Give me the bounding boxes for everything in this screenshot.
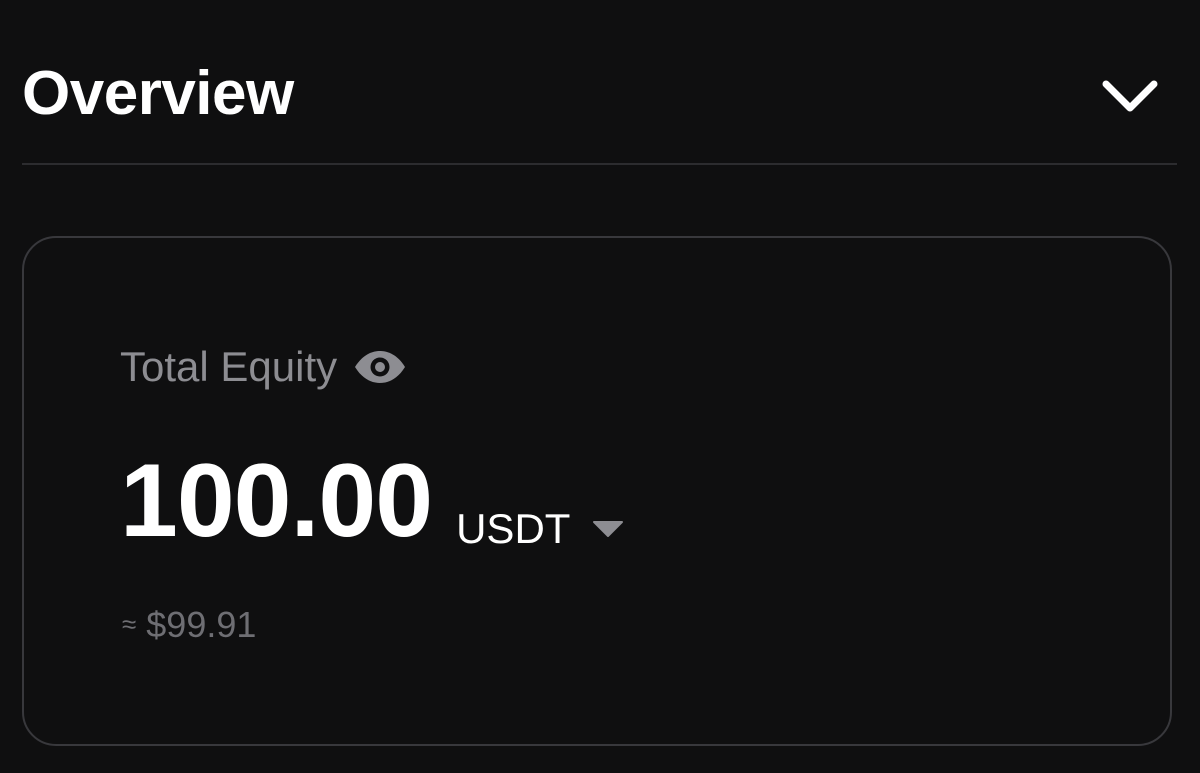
equity-label-row: Total Equity (120, 338, 409, 396)
page-title: Overview (22, 59, 294, 128)
equity-amount: 100.00 (120, 443, 433, 559)
header-divider (22, 163, 1177, 165)
fiat-equivalent: ≈ $99.91 (122, 602, 256, 647)
equity-amount-row: 100.00 USDT (120, 446, 624, 556)
currency-code: USDT (456, 505, 571, 552)
currency-selector[interactable]: USDT (456, 504, 624, 554)
total-equity-card: Total Equity 100.00 USDT ≈ $99.91 (22, 236, 1172, 746)
collapse-toggle-button[interactable] (1102, 74, 1158, 118)
fiat-value: $99.91 (146, 604, 257, 645)
total-equity-label: Total Equity (120, 343, 338, 390)
approx-symbol: ≈ (122, 609, 137, 639)
overview-header: Overview (22, 56, 1176, 136)
eye-icon (355, 351, 406, 383)
visibility-toggle-button[interactable] (353, 349, 409, 385)
chevron-down-icon (1102, 80, 1158, 112)
caret-down-icon (593, 521, 624, 537)
